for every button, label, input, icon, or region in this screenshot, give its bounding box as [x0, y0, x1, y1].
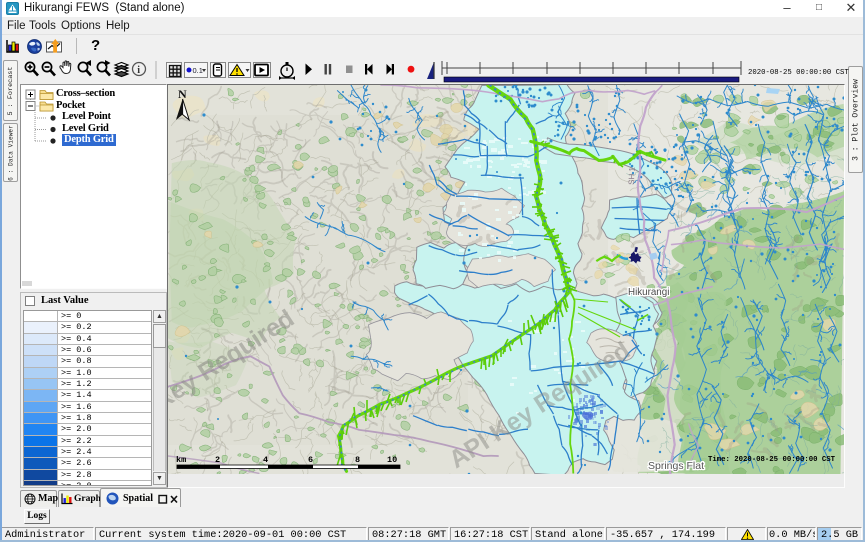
svg-text:2020-08-25 00:00:00 CST: 2020-08-25 00:00:00 CST	[748, 69, 849, 77]
svg-text:N: N	[178, 87, 187, 101]
svg-text:4: 4	[263, 455, 268, 465]
svg-text:SH 1: SH 1	[627, 166, 637, 185]
svg-text:Time: 2020-08-25 00:00:00 CST: Time: 2020-08-25 00:00:00 CST	[708, 456, 836, 464]
svg-text:2: 2	[215, 455, 220, 465]
svg-text:Hikurangi: Hikurangi	[628, 287, 669, 298]
svg-text:10: 10	[387, 455, 397, 465]
svg-text:6: 6	[308, 455, 313, 465]
svg-text:Springs Flat: Springs Flat	[648, 460, 704, 472]
svg-text:8: 8	[355, 455, 360, 465]
svg-text:km: km	[176, 455, 186, 465]
